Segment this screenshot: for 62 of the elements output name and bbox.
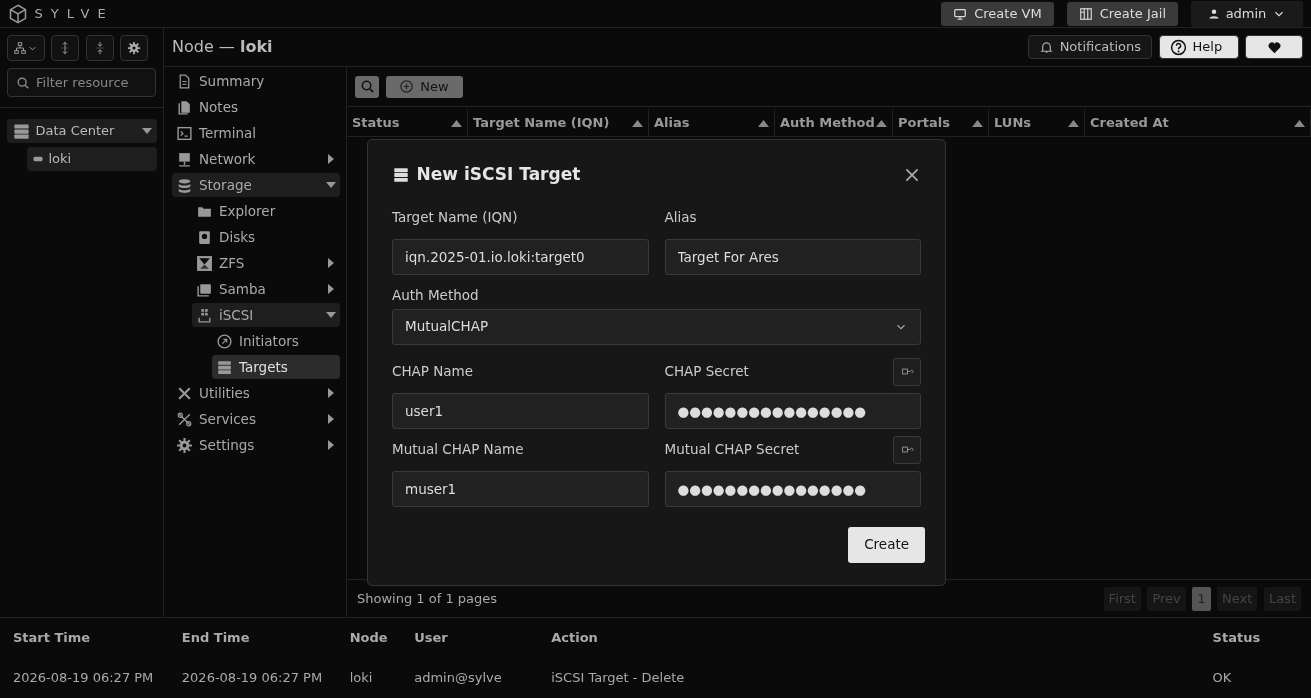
field-label: Mutual CHAP Name [392,440,524,460]
password-field[interactable]: ●●●●●●●●●●●●●●●● [664,470,921,507]
column-header: Node [349,629,389,648]
table-cell-text: 2026-08-19 06:27 PM [181,669,324,688]
column-header[interactable]: Target Name (IQN) [468,109,649,136]
dialog-title: New iSCSI Target [416,163,581,186]
nav-item[interactable]: Initiators [212,329,340,353]
create-button[interactable]: Create [848,526,925,563]
column-header[interactable]: Auth Method [775,109,893,136]
table-cell-text: admin@sylve [414,669,503,688]
column-header: Action [551,629,599,648]
nav-item[interactable]: Samba [192,277,340,301]
nav-item[interactable]: Services [172,407,340,431]
user-menu[interactable]: admin [1191,0,1303,27]
input-field[interactable]: muser1 [392,470,649,507]
table-cell-text: 2026-08-19 06:27 PM [13,669,155,688]
nav-item[interactable]: Network [172,147,340,171]
table-cell-text: iSCSI Target - Delete [551,669,686,688]
column-header: Start Time [13,629,92,648]
notifications-button[interactable]: Notifications [1027,35,1152,59]
field-label: Mutual CHAP Secret [664,440,800,460]
nav-item[interactable]: iSCSI [192,303,340,327]
nav-item[interactable]: Terminal [172,121,340,145]
create-button[interactable]: Create VM [941,1,1054,26]
nav-item[interactable]: Settings [172,433,340,457]
column-header[interactable]: Created At [1085,109,1311,136]
filter-field[interactable]: Filter resource [7,68,156,97]
input-field[interactable]: user1 [392,392,649,429]
password-field[interactable]: ●●●●●●●●●●●●●●●● [664,392,921,429]
tree-item[interactable]: loki [26,147,157,171]
column-header[interactable]: Status [347,109,468,136]
field-label: Target Name (IQN) [392,208,518,228]
nav-item[interactable]: Storage [172,173,340,197]
nav-item[interactable]: Disks [192,225,340,249]
help-button[interactable]: Help [1158,35,1239,59]
nav-item[interactable]: Explorer [192,199,340,223]
nav-item[interactable]: Notes [172,95,340,119]
field-label: Auth Method [392,286,479,306]
table-cell-text: loki [349,669,374,688]
field-label: CHAP Name [392,362,474,382]
input-field[interactable]: Target For Ares [664,238,921,275]
input-field[interactable]: iqn.2025-01.io.loki:target0 [392,238,649,275]
field-label: Alias [664,208,697,228]
select-field[interactable]: MutualCHAP [392,308,921,345]
column-header[interactable]: Portals [893,109,989,136]
page-title: Node — loki [172,36,273,58]
column-header[interactable]: LUNs [989,109,1085,136]
column-header: End Time [181,629,251,648]
tree-item[interactable]: Data Center [6,119,157,143]
nav-item[interactable]: ZFS [192,251,340,275]
column-header: User [414,629,449,648]
table-cell-text: OK [1212,669,1233,688]
brand-name: SYLVE [34,4,114,23]
field-label: CHAP Secret [664,362,749,382]
create-button[interactable]: Create Jail [1066,1,1178,26]
page-summary: Showing 1 of 1 pages [357,589,498,608]
nav-item[interactable]: Targets [212,355,340,379]
column-header: Status [1212,629,1262,648]
new-button[interactable]: New [385,75,463,98]
nav-item[interactable]: Summary [172,69,340,93]
nav-item[interactable]: Utilities [172,381,340,405]
column-header[interactable]: Alias [649,109,775,136]
